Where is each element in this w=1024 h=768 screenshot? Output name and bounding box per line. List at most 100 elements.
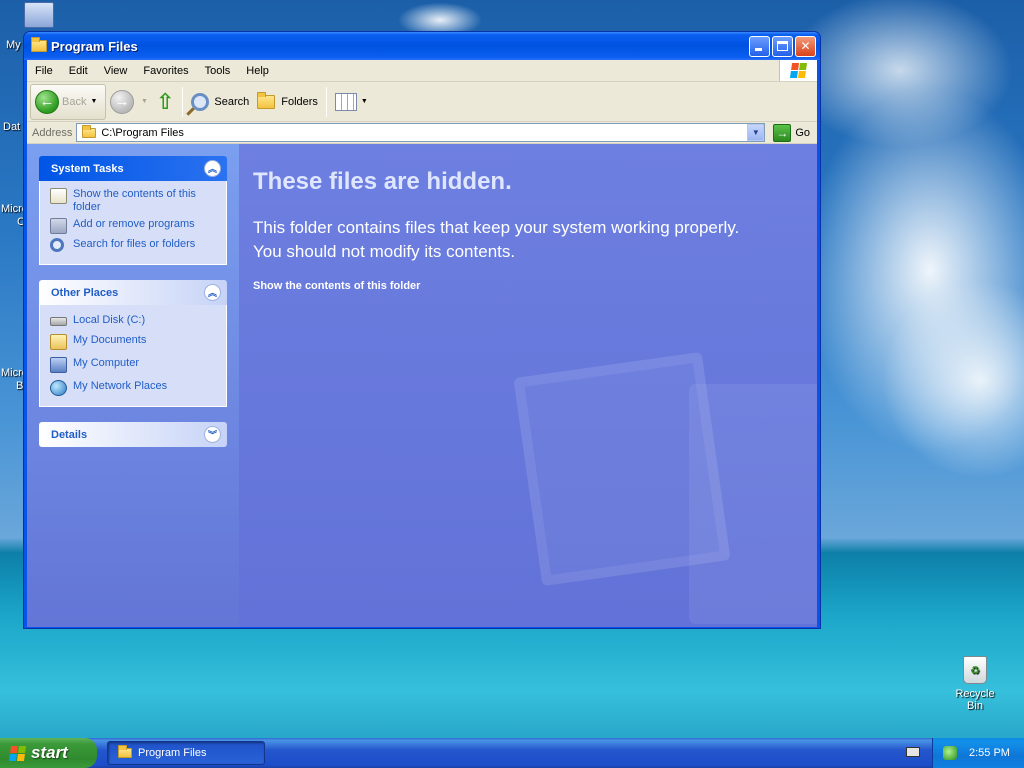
menu-bar: File Edit View Favorites Tools Help <box>27 60 817 82</box>
menu-view[interactable]: View <box>96 65 136 77</box>
task-show-contents[interactable]: Show the contents of this folder <box>50 188 226 214</box>
folder-icon <box>118 745 132 758</box>
start-label: start <box>31 743 68 762</box>
details-header[interactable]: Details ︾ <box>39 422 227 447</box>
expand-icon[interactable]: ︾ <box>204 426 221 443</box>
explorer-body: System Tasks ︽ Show the contents of this… <box>27 144 817 627</box>
show-contents-link[interactable]: Show the contents of this folder <box>253 280 805 292</box>
menu-edit[interactable]: Edit <box>61 65 96 77</box>
show-contents-icon <box>50 188 67 204</box>
system-tasks-header[interactable]: System Tasks ︽ <box>39 156 227 181</box>
content-pane: These files are hidden. This folder cont… <box>239 144 817 627</box>
collapse-icon[interactable]: ︽ <box>204 284 221 301</box>
views-icon <box>334 92 357 111</box>
explorer-window: Program Files ✕ File Edit View Favorites… <box>23 31 821 629</box>
computer-icon <box>50 357 67 373</box>
taskbar: start Program Files 2:55 PM <box>0 738 1024 768</box>
forward-arrow-icon: → <box>110 89 134 114</box>
folders-button[interactable]: Folders <box>253 84 322 120</box>
other-places-panel: Other Places ︽ Local Disk (C:) My Docume… <box>39 280 227 407</box>
folders-label: Folders <box>281 95 318 108</box>
system-tasks-title: System Tasks <box>51 162 124 175</box>
search-label: Search <box>214 95 250 108</box>
address-label: Address <box>32 126 73 139</box>
close-icon: ✕ <box>800 39 811 53</box>
start-button[interactable]: start <box>0 738 97 768</box>
maximize-icon <box>777 41 788 51</box>
address-bar: Address C:\Program Files ▼ → Go <box>27 122 817 144</box>
folder-icon <box>31 36 47 53</box>
forward-button[interactable]: → ▼ <box>106 84 152 120</box>
menu-tools[interactable]: Tools <box>197 65 239 77</box>
minimize-button[interactable] <box>749 35 770 57</box>
chevron-down-icon[interactable]: ▼ <box>90 98 97 105</box>
back-arrow-icon: ← <box>35 89 59 114</box>
documents-icon <box>50 334 67 350</box>
folder-icon <box>82 124 97 138</box>
back-button[interactable]: ← Back ▼ <box>30 83 106 120</box>
taskbar-button-program-files[interactable]: Program Files <box>107 741 265 765</box>
other-places-body: Local Disk (C:) My Documents My Computer <box>39 305 227 407</box>
address-field[interactable]: C:\Program Files ▼ <box>76 123 766 142</box>
task-add-remove-programs[interactable]: Add or remove programs <box>50 218 226 234</box>
search-icon <box>50 238 64 252</box>
task-pane: System Tasks ︽ Show the contents of this… <box>27 144 239 627</box>
watermark-tower-graphic <box>689 384 817 624</box>
hidden-files-message: This folder contains files that keep you… <box>253 216 805 264</box>
windows-logo-icon <box>779 60 817 81</box>
task-search-files[interactable]: Search for files or folders <box>50 238 226 252</box>
back-label: Back <box>62 95 87 108</box>
close-button[interactable]: ✕ <box>795 35 816 57</box>
system-tasks-panel: System Tasks ︽ Show the contents of this… <box>39 156 227 265</box>
window-client: File Edit View Favorites Tools Help ← Ba… <box>27 60 817 627</box>
address-value[interactable]: C:\Program Files <box>101 127 747 139</box>
desktop-icon-my-computer[interactable] <box>22 2 56 28</box>
keyboard-icon[interactable] <box>906 747 920 757</box>
place-my-documents[interactable]: My Documents <box>50 334 226 350</box>
other-places-header[interactable]: Other Places ︽ <box>39 280 227 305</box>
title-bar[interactable]: Program Files ✕ <box>24 32 820 60</box>
add-remove-icon <box>50 218 67 234</box>
tray-status-icon[interactable] <box>943 746 957 760</box>
toolbar-separator <box>182 86 184 117</box>
taskbar-button-label: Program Files <box>138 747 207 759</box>
maximize-button[interactable] <box>772 35 793 57</box>
chevron-down-icon: ▼ <box>141 98 148 105</box>
hidden-files-heading: These files are hidden. <box>253 168 512 195</box>
chevron-down-icon: ▼ <box>360 98 368 105</box>
place-local-disk-label: Local Disk (C:) <box>73 314 146 326</box>
menu-favorites[interactable]: Favorites <box>135 65 196 77</box>
details-panel: Details ︾ <box>39 422 227 447</box>
network-icon <box>50 380 67 396</box>
menu-help[interactable]: Help <box>238 65 277 77</box>
up-folder-icon: ⇧ <box>155 88 175 114</box>
hidden-files-message-line1: This folder contains files that keep you… <box>253 218 740 237</box>
place-my-documents-label: My Documents <box>73 334 147 346</box>
chevron-down-icon: ▼ <box>751 128 760 137</box>
place-local-disk[interactable]: Local Disk (C:) <box>50 314 226 327</box>
address-dropdown-button[interactable]: ▼ <box>747 124 765 141</box>
views-button[interactable]: ▼ <box>331 84 372 120</box>
task-add-remove-label: Add or remove programs <box>73 218 195 230</box>
system-tasks-body: Show the contents of this folder Add or … <box>39 181 227 265</box>
desktop-icon-recycle-bin[interactable]: ♻ Recycle Bin <box>946 656 1004 712</box>
place-my-computer[interactable]: My Computer <box>50 357 226 373</box>
place-my-network-label: My Network Places <box>73 380 168 392</box>
computer-icon <box>24 2 54 28</box>
toolbar-separator <box>325 86 327 117</box>
place-my-computer-label: My Computer <box>73 357 140 369</box>
standard-toolbar: ← Back ▼ → ▼ ⇧ Search Folders ▼ <box>27 82 817 122</box>
go-button[interactable]: → Go <box>769 123 814 142</box>
collapse-icon[interactable]: ︽ <box>204 160 221 177</box>
search-button[interactable]: Search <box>187 84 253 120</box>
go-label: Go <box>795 126 810 139</box>
disk-icon <box>50 317 67 326</box>
up-folder-button[interactable]: ⇧ <box>152 84 178 120</box>
desktop-label-fragment: Dat <box>3 121 21 133</box>
window-title: Program Files <box>51 38 138 54</box>
menu-file[interactable]: File <box>27 65 61 77</box>
folders-icon <box>257 91 276 109</box>
clock[interactable]: 2:55 PM <box>969 747 1010 759</box>
details-title: Details <box>51 428 88 441</box>
place-my-network-places[interactable]: My Network Places <box>50 380 226 396</box>
